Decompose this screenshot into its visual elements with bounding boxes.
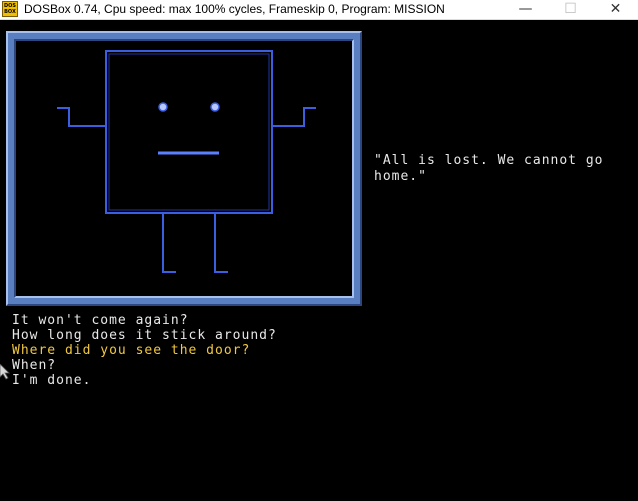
close-button[interactable]: ✕: [593, 0, 638, 19]
dialogue-option[interactable]: I'm done.: [12, 373, 277, 388]
robot-head-inner: [108, 53, 270, 211]
maximize-button[interactable]: ☐: [548, 0, 593, 19]
dialogue-option[interactable]: How long does it stick around?: [12, 328, 277, 343]
robot-left-leg: [162, 213, 176, 273]
dialogue-option[interactable]: It won't come again?: [12, 313, 277, 328]
robot-right-arm: [272, 107, 316, 127]
portrait-viewport: [14, 39, 354, 298]
dialogue-option-selected[interactable]: Where did you see the door?: [12, 343, 277, 358]
window-title: DOSBox 0.74, Cpu speed: max 100% cycles,…: [24, 2, 445, 16]
robot-head: [105, 50, 273, 214]
dialogue-options: It won't come again? How long does it st…: [12, 313, 277, 388]
minimize-button[interactable]: —: [503, 0, 548, 19]
npc-quote: "All is lost. We cannot go home.": [374, 153, 613, 184]
robot-portrait: [57, 50, 316, 273]
robot-left-arm: [57, 107, 106, 127]
dosbox-icon[interactable]: DOS BOX: [2, 1, 18, 17]
portrait-frame: [6, 31, 362, 306]
title-bar[interactable]: DOS BOX DOSBox 0.74, Cpu speed: max 100%…: [0, 0, 638, 20]
robot-right-leg: [214, 213, 228, 273]
robot-eyes: [158, 102, 220, 112]
robot-left-eye: [158, 102, 168, 112]
robot-right-eye: [210, 102, 220, 112]
game-screen[interactable]: "All is lost. We cannot go home." It won…: [0, 20, 638, 501]
mouse-cursor-icon: [0, 364, 10, 380]
dialogue-option[interactable]: When?: [12, 358, 277, 373]
